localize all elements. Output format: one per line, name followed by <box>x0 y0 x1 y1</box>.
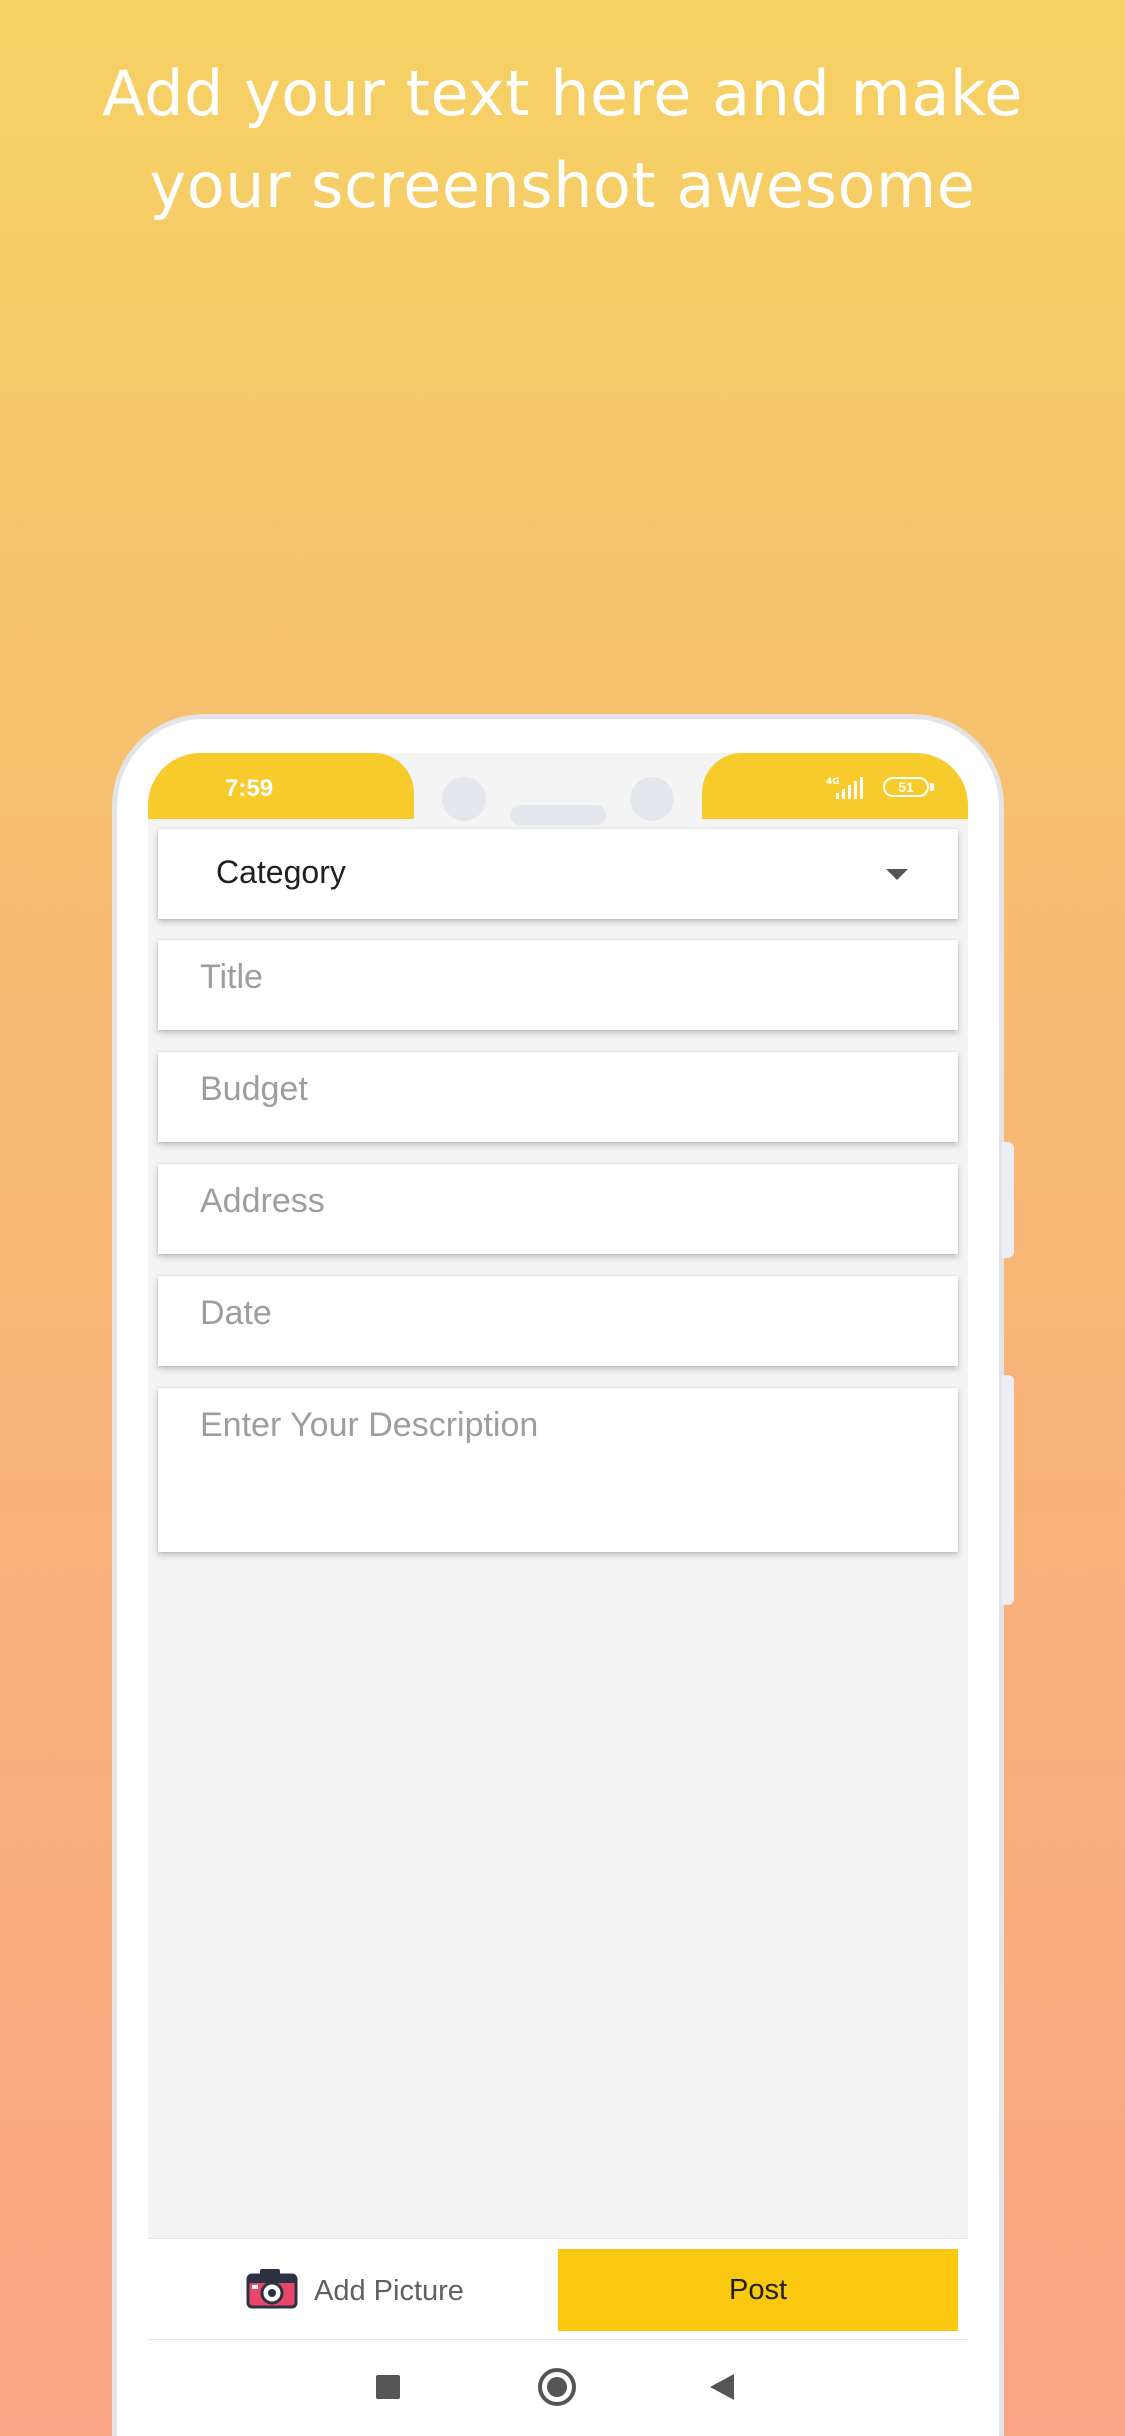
add-picture-label: Add Picture <box>314 2275 464 2307</box>
battery-level: 51 <box>898 779 914 795</box>
battery-icon: 51 <box>883 777 929 797</box>
promo-headline: Add your text here and make your screens… <box>0 48 1125 232</box>
status-bar-left: 7:59 <box>148 753 414 819</box>
post-button[interactable]: Post <box>558 2249 958 2331</box>
sensor-icon <box>630 777 674 821</box>
triangle-back-icon[interactable] <box>710 2374 734 2400</box>
phone-screen: 7:59 4G 51 Category Title Budget Address… <box>148 753 968 2436</box>
title-input[interactable]: Title <box>158 940 958 1030</box>
budget-input[interactable]: Budget <box>158 1052 958 1142</box>
circle-icon[interactable] <box>538 2368 576 2406</box>
signal-strength-icon: 4G <box>826 777 863 799</box>
description-textarea[interactable]: Enter Your Description <box>158 1388 958 1552</box>
system-navigation-bar <box>148 2340 968 2436</box>
address-input-placeholder: Address <box>200 1182 325 1220</box>
earpiece-speaker <box>510 805 606 825</box>
battery-tip <box>930 783 934 791</box>
bottom-action-bar: Add Picture Post <box>148 2238 968 2340</box>
caret-down-icon <box>886 869 908 880</box>
network-type-label: 4G <box>826 777 840 787</box>
phone-side-button-volume <box>1002 1375 1014 1605</box>
budget-input-placeholder: Budget <box>200 1070 308 1108</box>
category-dropdown[interactable]: Category <box>158 829 958 919</box>
promo-headline-line-2: your screenshot awesome <box>149 149 976 222</box>
description-textarea-placeholder: Enter Your Description <box>200 1406 539 1444</box>
front-camera-icon <box>442 777 486 821</box>
promo-headline-line-1: Add your text here and make <box>102 57 1023 130</box>
address-input[interactable]: Address <box>158 1164 958 1254</box>
title-input-placeholder: Title <box>200 958 263 996</box>
status-bar-right: 4G 51 <box>702 753 968 819</box>
date-input-placeholder: Date <box>200 1294 272 1332</box>
category-dropdown-label: Category <box>216 854 346 890</box>
square-icon[interactable] <box>376 2375 400 2399</box>
camera-icon <box>246 2269 298 2309</box>
date-input[interactable]: Date <box>158 1276 958 1366</box>
phone-side-button-power <box>1002 1142 1014 1258</box>
status-time: 7:59 <box>225 775 274 802</box>
